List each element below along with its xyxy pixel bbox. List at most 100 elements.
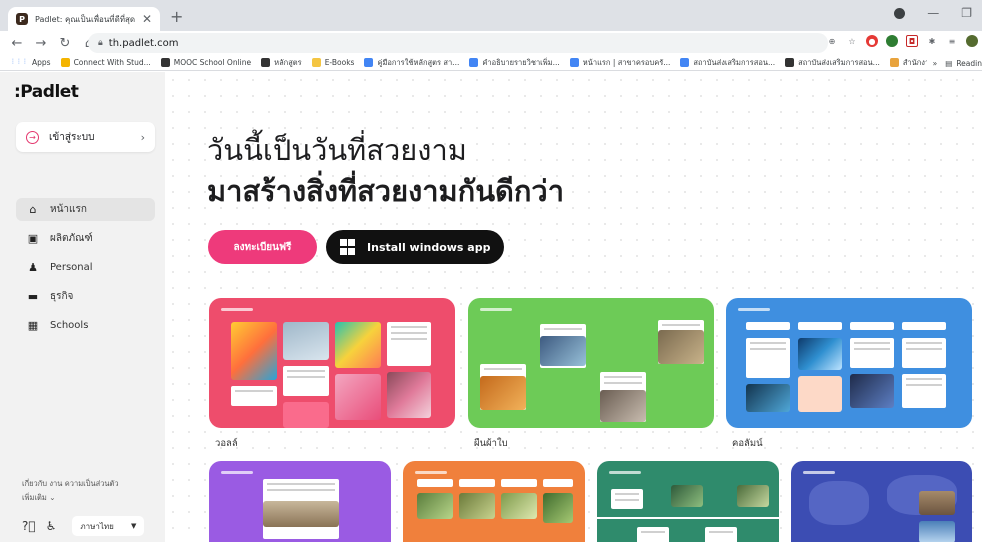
school-hat-icon: ▣: [27, 232, 39, 245]
card-note: [746, 322, 790, 330]
card-note: [705, 527, 737, 542]
footer-links[interactable]: เกี่ยวกับ งาน ความเป็นส่วนตัว เพิ่มเติม …: [22, 477, 152, 505]
sidebar-item-3[interactable]: ▬ ธุรกิจ: [16, 285, 155, 308]
reload-icon[interactable]: ↻: [58, 36, 72, 51]
sidebar-footer: ?⃝ ♿︎ ภาษาไทย ▼: [22, 516, 145, 536]
sidebar-item-2[interactable]: ♟ Personal: [16, 256, 155, 279]
signup-button[interactable]: ลงทะเบียนฟรี: [208, 230, 317, 264]
card-label-columns: คอลัมน์: [732, 438, 763, 449]
card-topbar: [221, 308, 253, 311]
main-content: วันนี้เป็นวันที่สวยงาม มาสร้างสิ่งที่สวย…: [165, 72, 982, 542]
address-bar[interactable]: 🔒︎ th.padlet.com: [88, 33, 828, 53]
card-topbar: [480, 308, 512, 311]
login-button[interactable]: → เข้าสู่ระบบ ›: [16, 122, 155, 152]
tab-title: Padlet: คุณเป็นเพื่อนที่ดีที่สุด: [35, 14, 136, 24]
template-card-7[interactable]: [791, 461, 972, 542]
reading-list-label[interactable]: Readin: [956, 59, 982, 68]
language-select[interactable]: ภาษาไทย ▼: [72, 516, 145, 536]
bookmark-label: Connect With Stud...: [73, 58, 151, 67]
install-label: Install windows app: [367, 240, 491, 254]
bookmark-item[interactable]: ⋮⋮⋮ Apps: [10, 58, 51, 67]
extension-red-icon[interactable]: ●: [866, 35, 878, 47]
sidebar-item-0[interactable]: ⌂ หน้าแรก: [16, 198, 155, 221]
bookmark-item[interactable]: Connect With Stud...: [60, 58, 151, 67]
avatar[interactable]: [966, 35, 978, 47]
bookmark-item[interactable]: คำอธิบายรายวิชาเพิ่ม...: [469, 57, 560, 69]
bookmark-item[interactable]: E-Books: [311, 58, 355, 67]
bookmark-item[interactable]: สถาบันส่งเสริมการสอน...: [680, 57, 775, 69]
close-tab-icon[interactable]: ✕: [142, 12, 152, 26]
back-icon[interactable]: ←: [10, 36, 24, 51]
card-thumbnail: [737, 485, 769, 507]
card-thumbnail: [671, 485, 703, 507]
reading-list-icon: ▤: [945, 58, 953, 68]
card-note: [459, 479, 495, 487]
bookmark-favicon-icon: [469, 58, 479, 67]
sidebar-item-label: ธุรกิจ: [50, 291, 74, 302]
card-thumbnail: [746, 384, 790, 412]
extension-pocket-icon[interactable]: ◘: [906, 35, 918, 47]
card-note: [746, 338, 790, 378]
template-card-6[interactable]: [597, 461, 779, 542]
bookmark-favicon-icon: [889, 58, 899, 67]
card-note: [611, 489, 643, 509]
sidebar-item-1[interactable]: ▣ ผลิตภัณฑ์: [16, 227, 155, 250]
card-thumbnail: [417, 493, 453, 519]
accessibility-icon[interactable]: ♿︎: [46, 519, 57, 533]
bookmark-favicon-icon: [311, 58, 321, 67]
card-thumbnail: [919, 521, 955, 542]
chevron-right-icon: ›: [140, 130, 145, 144]
bookmark-item[interactable]: คู่มือการใช้หลักสูตร สา...: [364, 57, 459, 69]
card-label-canvas: ผืนผ้าใบ: [474, 438, 508, 449]
template-card-wall[interactable]: [209, 298, 455, 428]
bookmark-item[interactable]: หลักสูตร: [261, 57, 302, 69]
profile-indicator-icon[interactable]: [894, 7, 906, 19]
hero-line-2: มาสร้างสิ่งที่สวยงามกันดีกว่า: [207, 174, 564, 208]
footer-more-link[interactable]: เพิ่มเติม ⌄: [22, 491, 152, 505]
browser-toolbar: ← → ↻ ⌂ 🔒︎ th.padlet.com ⊕ ☆ ● ◘ ✱ ≡: [0, 31, 982, 55]
bookmark-star-icon[interactable]: ☆: [846, 35, 858, 47]
extension-icons: ⊕ ☆ ● ◘ ✱ ≡: [826, 35, 978, 47]
bookmark-item[interactable]: หน้าแรก | สาขาครอบครั...: [569, 57, 670, 69]
minimize-icon[interactable]: —: [927, 6, 939, 20]
bookmark-label: หลักสูตร: [274, 57, 302, 67]
card-thumbnail: [798, 376, 842, 412]
card-thumbnail: [600, 390, 646, 422]
extension-green-icon[interactable]: [886, 35, 898, 47]
template-card-4[interactable]: [209, 461, 391, 542]
briefcase-icon: ▬: [27, 290, 39, 303]
bookmark-label: สถาบันส่งเสริมการสอน...: [798, 57, 880, 67]
bookmarks-more-icon[interactable]: »: [933, 59, 938, 68]
card-thumbnail: [501, 493, 537, 519]
bookmark-label: Apps: [32, 58, 51, 67]
sidebar-item-4[interactable]: ▦ Schools: [16, 314, 155, 337]
restore-icon[interactable]: ❐: [961, 6, 972, 20]
new-tab-button[interactable]: +: [170, 7, 183, 26]
bookmark-label: คู่มือการใช้หลักสูตร สา...: [377, 57, 460, 67]
template-card-canvas[interactable]: [468, 298, 714, 428]
card-note: [637, 527, 669, 542]
schools-icon: ▦: [27, 319, 39, 332]
browser-tab-strip: P Padlet: คุณเป็นเพื่อนที่ดีที่สุด ✕ + —…: [0, 0, 982, 31]
install-windows-app-button[interactable]: Install windows app: [326, 230, 504, 264]
help-icon[interactable]: ?⃝: [22, 519, 36, 533]
bookmark-item[interactable]: สถาบันส่งเสริมการสอน...: [785, 57, 880, 69]
padlet-logo[interactable]: :Padlet: [14, 82, 79, 102]
timeline-line: [597, 517, 779, 519]
bookmark-favicon-icon: [364, 58, 374, 67]
bookmark-item[interactable]: MOOC School Online: [160, 58, 251, 67]
bookmark-favicon-icon: [261, 58, 271, 67]
footer-links-text[interactable]: เกี่ยวกับ งาน ความเป็นส่วนตัว: [22, 477, 152, 491]
template-card-5[interactable]: [403, 461, 585, 542]
card-thumbnail: [335, 322, 381, 368]
extensions-puzzle-icon[interactable]: ✱: [926, 35, 938, 47]
install-app-icon[interactable]: ⊕: [826, 35, 838, 47]
reading-list-icon[interactable]: ≡: [946, 35, 958, 47]
template-card-columns[interactable]: [726, 298, 972, 428]
browser-tab[interactable]: P Padlet: คุณเป็นเพื่อนที่ดีที่สุด ✕: [8, 7, 160, 31]
card-topbar: [738, 308, 770, 311]
card-note: [501, 479, 537, 487]
bookmark-label: E-Books: [324, 58, 355, 67]
sidebar-item-label: หน้าแรก: [50, 204, 87, 215]
forward-icon[interactable]: →: [34, 36, 48, 51]
